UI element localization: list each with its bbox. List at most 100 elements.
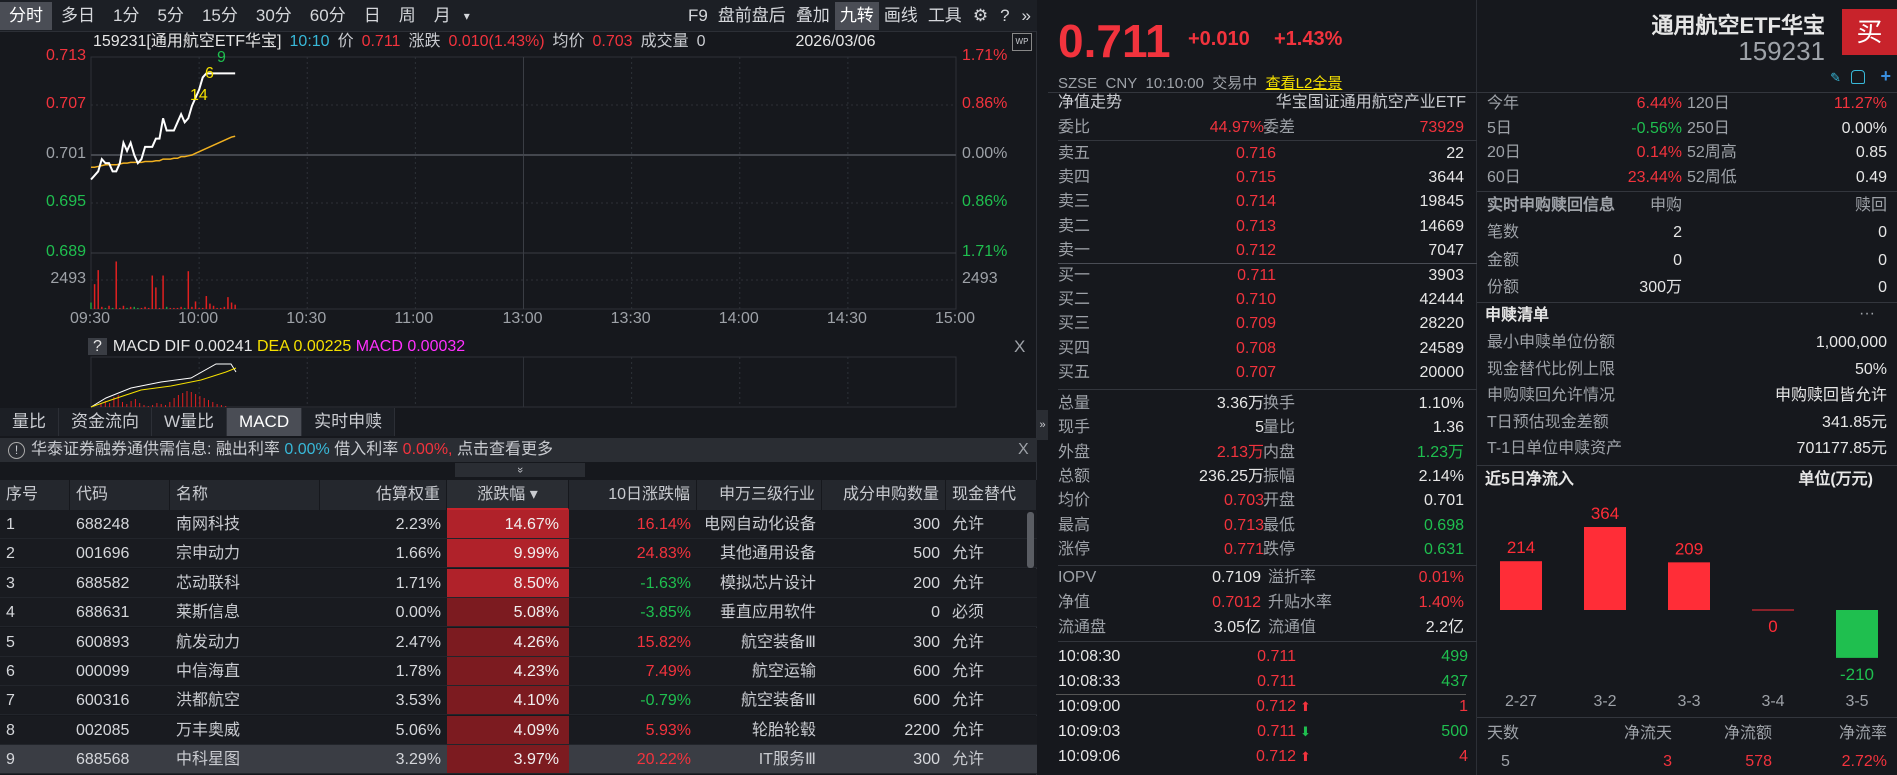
arrow-up-icon: ⬆ [1300,748,1311,764]
table-cell: 航空装备Ⅲ [740,633,816,651]
table-cell: 轮胎轮毂 [751,721,816,739]
tick-price: 0.712 [1255,698,1296,716]
bid-price: 0.707 [1235,363,1276,381]
collapse-handle[interactable]: » [1037,410,1048,440]
column-header[interactable]: 估算权重 [320,480,447,510]
stat-value: 0.701 [1423,492,1464,510]
indicator-tab[interactable]: MACD [227,408,303,436]
etf-stat-label: IOPV [1058,569,1097,586]
table-cell: 0 [931,604,940,622]
table-cell: 1 [6,516,15,533]
table-row[interactable]: 6 000099 中信海直 1.78% 4.23% 7.49% 航空运输 600 允许 [0,657,1037,686]
net-inflow-chart: 214 2-27 364 3-2 209 3-3 0 3-4 -210 3-5 [1500,504,1878,710]
column-header[interactable]: 涨跌幅 ▾ [447,480,569,510]
column-header[interactable]: 现金替代 [946,480,1037,510]
indicator-tab[interactable]: W量比 [152,408,228,436]
column-header[interactable]: 10日涨跌幅 [569,480,697,510]
view-l2-link[interactable]: 查看L2全景 [1266,75,1343,92]
table-row[interactable]: 3 688582 芯动联科 1.71% 8.50% -1.63% 模拟芯片设计 200 允许 [0,568,1037,598]
ask-price: 0.713 [1235,217,1276,235]
etf-stat-value: 1.40% [1418,594,1464,611]
table-cell: 200 [913,574,940,592]
table-row[interactable]: 7 600316 洪都航空 3.53% 4.10% -0.79% 航空装备Ⅲ 600 允许 [0,686,1037,716]
dif-label: DIF [164,338,191,355]
rate2-value: 0.00%, [402,441,453,458]
stat-value: 2.13万 [1216,443,1264,461]
table-cell: 0.00% [395,604,441,622]
table-scrollbar[interactable] [1027,512,1034,568]
price-change: +0.010 [1188,28,1250,50]
stat-value: 0.698 [1423,516,1464,534]
table-cell: 5.08% [447,598,569,627]
fund-full-name: 华宝国证通用航空产业ETF [1275,94,1466,111]
close-macd-icon[interactable]: X [1014,337,1025,357]
quote-panel: 0.711 +0.010 +1.43% SZSE CNY 10:10:00 交易… [1048,0,1477,775]
edit-icon[interactable]: ✎ [1830,70,1841,86]
chart-panel: 分时 多日 1分 5分 15分 30分 60分日周月 ▾ F9 盘前盘后 叠加 九转 画线 工具 ⚙?» 1… [0,0,1037,775]
column-header[interactable]: 成分申购数量 [822,480,946,510]
ask-level-label: 卖二 [1058,217,1091,235]
table-cell: 600316 [76,692,130,710]
margin-notice-bar[interactable]: ! 华泰证券融券通供需信息: 融出利率 0.00% 借入利率 0.00%, 点击查… [0,438,1037,462]
redeem-header: 赎回 [1854,197,1887,214]
table-cell: 4.26% [447,627,569,656]
table-header: 序号 代码 名称 估算权重 涨跌幅 ▾ 10日涨跌幅 申万三级行业 成分申购数量 现金替代 [0,480,1037,510]
stat-label: 开盘 [1263,492,1296,510]
expand-chevron-icon[interactable]: » [455,463,585,477]
stat-label: 现手 [1058,419,1091,437]
etf-stat-label: 升贴水率 [1268,594,1333,611]
column-header[interactable]: 申万三级行业 [697,480,822,510]
creation-value: 1,000,000 [1815,334,1887,351]
summary-header: 天数 [1487,725,1520,742]
inflow-bar [1836,610,1878,658]
more-icon[interactable]: ··· [1859,302,1875,326]
table-cell: 600 [913,663,940,680]
bid-volume: 42444 [1419,291,1465,309]
bid-volume: 28220 [1419,315,1465,333]
creation-value: 701177.85元 [1796,440,1887,458]
summary-header: 净流天 [1623,725,1672,742]
perf-label: 今年 [1487,95,1520,112]
table-row[interactable]: 5 600893 航发动力 2.47% 4.26% 15.82% 航空装备Ⅲ 300 允许 [0,627,1037,657]
table-row[interactable]: 2 001696 宗申动力 1.66% 9.99% 24.83% 其他通用设备 500 允许 [0,539,1037,569]
table-row[interactable]: 1 688248 南网科技 2.23% 14.67% 16.14% 电网自动化设备 300 允许 [0,510,1037,539]
column-header[interactable]: 序号 [0,480,70,510]
etf-stat-value: 0.01% [1418,569,1464,586]
creation-value: 50% [1854,360,1887,378]
bid-level-label: 买二 [1058,291,1091,309]
column-header[interactable]: 代码 [70,480,170,510]
indicator-tab[interactable]: 资金流向 [59,408,152,436]
perf-value: 11.27% [1833,95,1887,112]
table-row[interactable]: 9 688568 中科星图 3.29% 3.97% 20.22% IT服务Ⅲ 300 允许 [0,745,1037,775]
arrow-down-icon: ⬇ [1300,724,1311,740]
buy-button[interactable]: 买 [1842,9,1897,55]
close-notice-icon[interactable]: X [1018,438,1029,462]
notice-more-link[interactable]: 点击查看更多 [457,441,553,458]
stat-value: 2.14% [1418,467,1464,485]
help-icon[interactable]: ? [88,338,107,355]
table-cell: 9.99% [447,539,569,568]
table-cell: 300 [913,633,940,651]
perf-label: 20日 [1487,144,1521,162]
table-cell: 4 [6,604,15,622]
bid-volume: 3903 [1428,267,1464,284]
table-row[interactable]: 8 002085 万丰奥威 5.06% 4.09% 5.93% 轮胎轮毂 2200 允许 [0,715,1037,745]
bell-icon[interactable] [1851,70,1865,84]
stat-label: 振幅 [1263,467,1296,485]
indicator-tab[interactable]: 量比 [0,408,59,436]
inflow-value-label: 364 [1591,504,1619,523]
table-row[interactable]: 4 688631 莱斯信息 0.00% 5.08% -3.85% 垂直应用软件 0 必须 [0,598,1037,628]
indicator-tab[interactable]: 实时申赎 [302,408,396,436]
price-axis-label: 0.689 [45,243,86,260]
table-cell: 600 [913,692,940,710]
column-header[interactable]: 名称 [170,480,320,510]
macd-label: MACD [112,338,161,355]
table-cell: 允许 [952,721,985,739]
ask-level-label: 卖三 [1058,193,1091,211]
tick-time: 10:08:30 [1058,648,1121,665]
tick-price: 0.712 [1255,747,1296,765]
add-icon[interactable]: + [1880,66,1891,87]
pct-axis-label: 0.86% [962,193,1008,210]
nav-trend-label[interactable]: 净值走势 [1058,91,1122,115]
stat-label: 量比 [1263,419,1296,437]
